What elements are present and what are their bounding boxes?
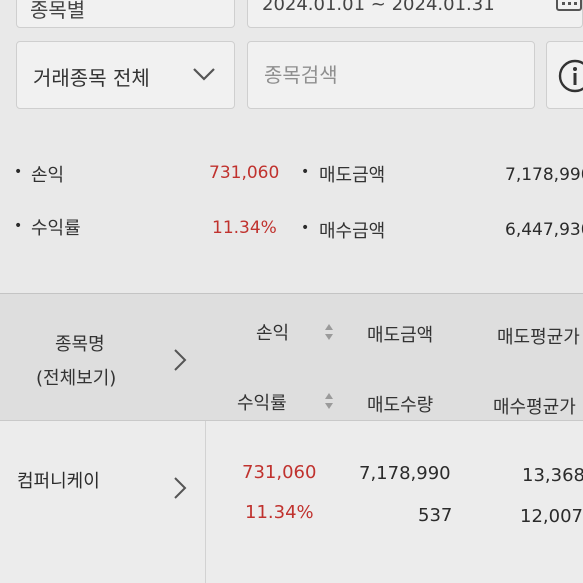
- chevron-right-icon[interactable]: [172, 347, 188, 373]
- header-view-all[interactable]: (전체보기): [36, 364, 116, 390]
- header-return-rate[interactable]: 수익률: [237, 389, 287, 415]
- period-type-label: 종목별: [30, 0, 86, 22]
- sell-amount-value: 7,178,990: [505, 165, 583, 185]
- buy-amount-label: 매수금액: [319, 221, 386, 242]
- date-range-text: 2024.01.01 ~ 2024.01.31: [262, 0, 495, 15]
- chevron-down-icon: [193, 68, 215, 81]
- sell-amount-label: 매도금액: [319, 165, 386, 186]
- row-sell-avg-price: 13,368: [522, 465, 583, 486]
- header-sell-amount: 매도금액: [367, 325, 434, 346]
- sort-icon[interactable]: [324, 322, 334, 342]
- profit-label: 손익: [31, 165, 65, 186]
- row-return-rate: 11.34%: [245, 502, 314, 523]
- header-sell-quantity: 매도수량: [367, 395, 434, 416]
- row-stock-name[interactable]: 컴퍼니케이: [17, 467, 100, 493]
- header-sell-avg-price: 매도평균가: [497, 327, 580, 348]
- sort-icon[interactable]: [324, 391, 334, 411]
- calendar-icon[interactable]: [556, 0, 582, 12]
- buy-amount-value: 6,447,930: [505, 220, 583, 240]
- header-stock-name: 종목명: [55, 334, 105, 355]
- header-profit[interactable]: 손익: [256, 319, 289, 345]
- return-rate-label: 수익률: [31, 218, 81, 239]
- column-divider: [205, 421, 206, 583]
- info-icon: [558, 59, 583, 93]
- bullet: •: [301, 220, 310, 236]
- return-rate-value: 11.34%: [212, 218, 277, 238]
- row-sell-quantity: 537: [418, 505, 453, 526]
- stock-type-select-label: 거래종목 전체: [33, 66, 150, 90]
- bullet: •: [14, 164, 23, 180]
- stock-search-input[interactable]: [264, 56, 524, 94]
- bullet: •: [14, 218, 23, 234]
- chevron-right-icon[interactable]: [172, 475, 188, 501]
- row-sell-amount: 7,178,990: [359, 463, 451, 484]
- header-buy-avg-price: 매수평균가: [493, 397, 576, 418]
- row-buy-avg-price: 12,007: [520, 506, 583, 527]
- bullet: •: [301, 164, 310, 180]
- row-profit: 731,060: [242, 462, 317, 483]
- profit-value: 731,060: [209, 163, 280, 183]
